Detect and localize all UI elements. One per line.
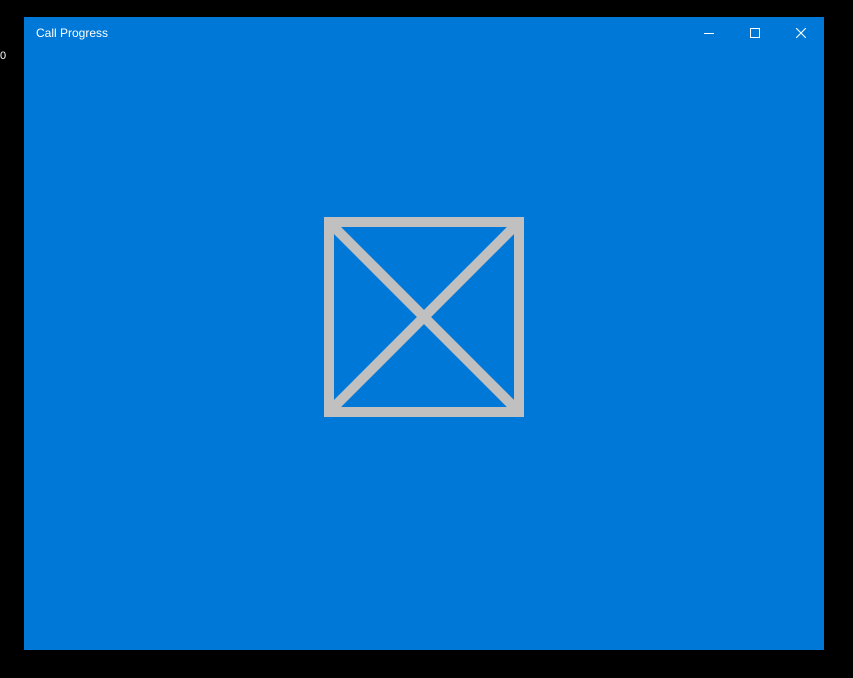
app-window: Call Progress bbox=[24, 17, 824, 650]
close-icon bbox=[796, 28, 806, 38]
desktop: 0 Call Progress bbox=[0, 0, 853, 678]
maximize-button[interactable] bbox=[732, 17, 778, 49]
title-bar[interactable]: Call Progress bbox=[24, 17, 824, 49]
missing-image-icon bbox=[324, 217, 524, 417]
close-button[interactable] bbox=[778, 17, 824, 49]
edge-text: 0 bbox=[0, 50, 6, 62]
maximize-icon bbox=[750, 28, 760, 38]
minimize-button[interactable] bbox=[686, 17, 732, 49]
window-title: Call Progress bbox=[36, 26, 109, 40]
minimize-icon bbox=[704, 28, 714, 38]
